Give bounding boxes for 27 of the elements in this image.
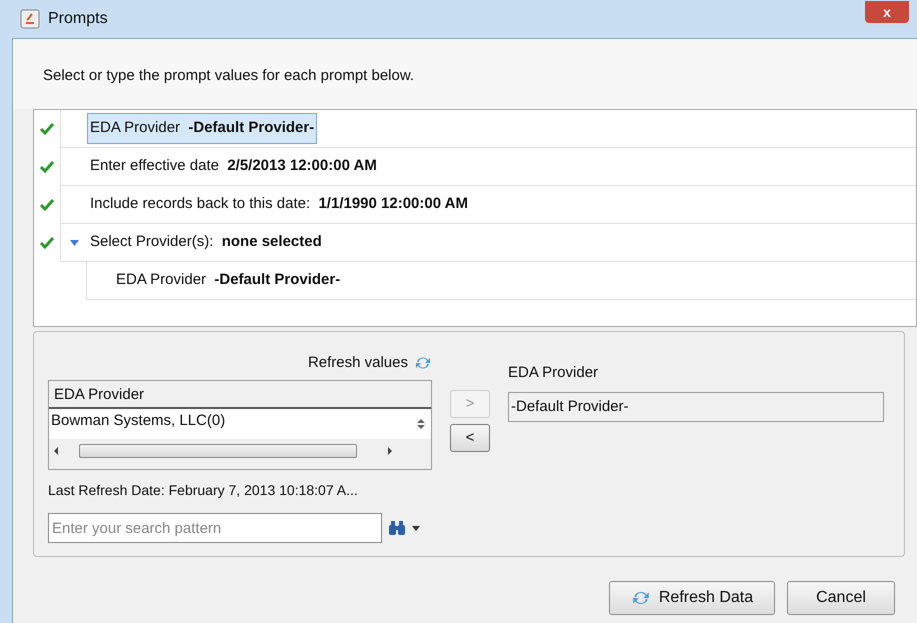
refresh-data-button[interactable]: Refresh Data: [609, 581, 775, 615]
selected-label: EDA Provider: [508, 363, 600, 383]
refresh-values-label: Refresh values: [308, 352, 408, 373]
scroll-left-arrow-icon[interactable]: [53, 447, 59, 455]
dropdown-caret-icon[interactable]: [412, 526, 420, 530]
scroll-down-arrow-icon[interactable]: [417, 424, 425, 430]
last-refresh-text: Last Refresh Date: February 7, 2013 10:18:07 A...: [48, 481, 359, 500]
app-icon: [20, 9, 40, 29]
cancel-button[interactable]: Cancel: [787, 581, 895, 615]
scroll-up-arrow-icon[interactable]: [417, 418, 425, 424]
prompt-item[interactable]: Include records back to this date: 1/1/1990 12:00:00 AM: [87, 189, 472, 220]
close-button[interactable]: x: [865, 1, 909, 23]
refresh-icon[interactable]: [414, 355, 432, 371]
scrollbar-thumb[interactable]: [79, 444, 357, 458]
prompt-item[interactable]: Select Provider(s): none selected: [87, 227, 325, 258]
binoculars-icon[interactable]: [388, 520, 406, 536]
prompt-item[interactable]: Enter effective date 2/5/2013 12:00:00 AM: [87, 151, 380, 182]
expanded-triangle-icon[interactable]: [70, 239, 78, 246]
remove-button[interactable]: <: [450, 424, 490, 452]
prompt-item[interactable]: EDA Provider -Default Provider-: [113, 265, 344, 296]
prompt-item[interactable]: EDA Provider -Default Provider-: [87, 113, 318, 144]
window-title: Prompts: [48, 9, 108, 29]
selected-value-field[interactable]: -Default Provider-: [508, 392, 884, 422]
search-field[interactable]: Enter your search pattern: [48, 513, 382, 543]
scroll-right-arrow-icon[interactable]: [387, 447, 393, 455]
refresh-icon: [630, 589, 651, 607]
instruction-text: Select or type the prompt values for each prompt below.: [13, 39, 917, 109]
